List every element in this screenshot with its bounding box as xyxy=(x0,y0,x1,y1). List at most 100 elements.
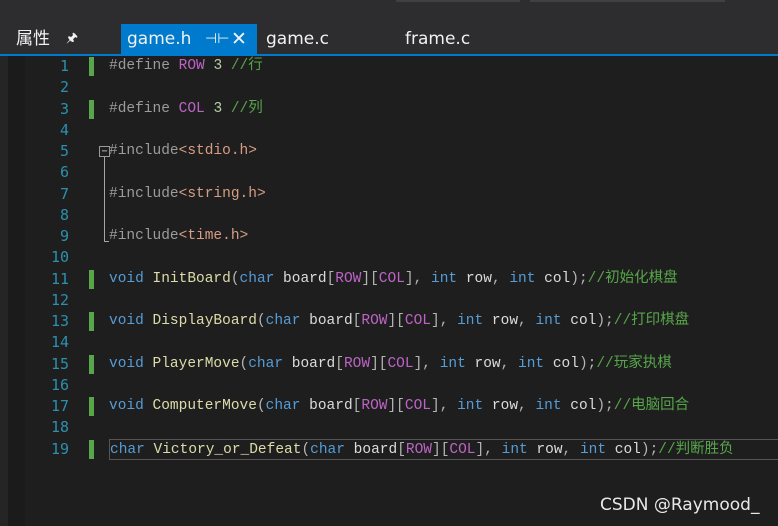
code-token: col xyxy=(561,313,597,329)
code-token: , xyxy=(518,398,536,414)
code-token: int xyxy=(518,356,545,372)
code-token: ][ xyxy=(387,398,405,414)
code-token: void xyxy=(109,271,144,287)
code-text: void DisplayBoard(char board[ROW][COL], … xyxy=(109,311,689,332)
outline-guide xyxy=(104,157,105,241)
code-text: void ComputerMove(char board[ROW][COL], … xyxy=(109,396,689,417)
watermark: CSDN @Raymood_ xyxy=(600,495,760,515)
code-token: 3 xyxy=(213,101,223,117)
code-line[interactable]: 7 #include<string.h> xyxy=(8,184,778,205)
code-token: void xyxy=(109,398,144,414)
code-token: void xyxy=(109,356,144,372)
code-text: #define ROW 3 //行 xyxy=(109,56,263,77)
code-line[interactable]: 10 xyxy=(8,247,778,268)
code-text: void PlayerMove(char board[ROW][COL], in… xyxy=(109,354,672,375)
code-token: ROW xyxy=(361,398,388,414)
code-token: #define xyxy=(109,58,179,74)
code-token: Victory_or_Defeat xyxy=(153,442,302,458)
properties-panel-title[interactable]: 属性 xyxy=(16,28,50,50)
code-token: //打印棋盘 xyxy=(613,313,690,329)
code-line[interactable]: 2 xyxy=(8,77,778,98)
line-number: 14 xyxy=(50,333,69,351)
code-token: [ xyxy=(397,442,406,458)
line-number: 16 xyxy=(50,376,69,394)
code-line[interactable]: 12 xyxy=(8,290,778,311)
code-line[interactable]: 5− #include<stdio.h> xyxy=(8,141,778,162)
tab-game-h[interactable]: game.h ⊣⊢ ✕ xyxy=(121,24,257,54)
code-token: int xyxy=(579,442,607,458)
code-token: char xyxy=(248,356,284,372)
code-line[interactable]: 9 #include<time.h> xyxy=(8,226,778,247)
code-token: ], xyxy=(431,313,458,329)
code-token: int xyxy=(457,313,484,329)
code-token: , xyxy=(491,271,510,287)
code-line[interactable]: 18 xyxy=(8,417,778,438)
code-token: int xyxy=(535,313,562,329)
code-token: int xyxy=(457,398,484,414)
code-token: //玩家执棋 xyxy=(596,356,672,372)
code-line[interactable]: 19 char Victory_or_Defeat(char board[ROW]… xyxy=(8,439,778,460)
code-line[interactable]: 16 xyxy=(8,375,778,396)
tab-game-c[interactable]: game.c xyxy=(260,24,380,54)
code-token: char xyxy=(110,442,145,458)
code-token: COL xyxy=(178,101,205,117)
change-marker xyxy=(89,100,94,119)
code-token: <string.h> xyxy=(178,186,266,202)
code-line[interactable]: 14 xyxy=(8,332,778,353)
code-line[interactable]: 17 void ComputerMove(char board[ROW][COL]… xyxy=(8,396,778,417)
code-token: ( xyxy=(239,356,249,372)
code-line[interactable]: 3 #define COL 3 //列 xyxy=(8,99,778,120)
code-token: board xyxy=(300,313,353,329)
code-token: ComputerMove xyxy=(152,398,257,414)
code-editor[interactable]: 1 #define ROW 3 //行 2 3 #define COL 3 //列 4 5−… xyxy=(8,56,778,526)
code-token: ( xyxy=(256,398,266,414)
code-token: row xyxy=(483,398,519,414)
code-token: COL xyxy=(404,398,431,414)
code-token: int xyxy=(509,271,536,287)
code-token: board xyxy=(283,356,336,372)
change-marker xyxy=(89,312,94,331)
code-token: #include xyxy=(109,228,179,244)
code-token: ( xyxy=(230,271,240,287)
tab-frame-c[interactable]: frame.c xyxy=(399,24,519,54)
line-number: 19 xyxy=(50,440,69,458)
code-token: int xyxy=(431,271,458,287)
code-line[interactable]: 13 void DisplayBoard(char board[ROW][COL]… xyxy=(8,311,778,332)
code-line[interactable]: 1 #define ROW 3 //行 xyxy=(8,56,778,77)
line-number: 18 xyxy=(50,418,69,436)
code-token: ROW xyxy=(361,313,388,329)
code-token: char xyxy=(265,313,301,329)
tab-bar: 属性 🖈 game.h ⊣⊢ ✕ game.c frame.c xyxy=(0,24,778,54)
code-line[interactable]: 4 xyxy=(8,120,778,141)
code-token: //列 xyxy=(230,101,263,117)
code-token: col xyxy=(561,398,597,414)
code-token: char xyxy=(265,398,301,414)
code-token: COL xyxy=(387,356,414,372)
code-line[interactable]: 8 xyxy=(8,205,778,226)
code-token: ], xyxy=(413,356,440,372)
code-token: #include xyxy=(109,186,179,202)
code-text: #include<stdio.h> xyxy=(109,141,257,162)
close-icon[interactable]: ✕ xyxy=(231,24,247,54)
code-token: col xyxy=(606,442,641,458)
pin-tab-icon[interactable]: ⊣⊢ xyxy=(205,24,229,54)
code-line[interactable]: 6 xyxy=(8,162,778,183)
code-token: COL xyxy=(404,313,431,329)
code-token: ROW xyxy=(178,58,205,74)
code-token: row xyxy=(483,313,519,329)
code-token: ROW xyxy=(335,271,362,287)
code-line[interactable]: 15 void PlayerMove(char board[ROW][COL], … xyxy=(8,354,778,375)
line-number: 11 xyxy=(50,270,69,288)
code-token: ][ xyxy=(432,442,450,458)
code-token: //行 xyxy=(230,58,263,74)
line-number: 1 xyxy=(59,57,69,75)
code-token: int xyxy=(439,356,466,372)
code-token: int xyxy=(535,398,562,414)
line-number: 8 xyxy=(59,206,69,224)
code-line[interactable]: 11 void InitBoard(char board[ROW][COL], i… xyxy=(8,269,778,290)
pin-icon[interactable]: 🖈 xyxy=(66,30,78,48)
code-token: ( xyxy=(301,442,311,458)
code-token: board xyxy=(274,271,327,287)
code-token: [ xyxy=(326,271,336,287)
